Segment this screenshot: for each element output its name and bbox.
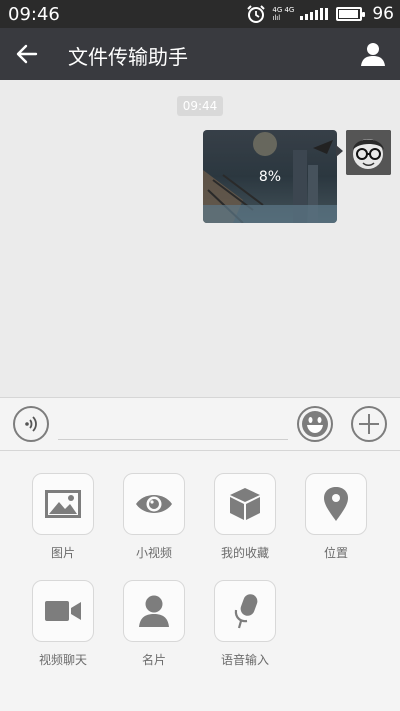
panel-item-video-call[interactable]: 视频聊天: [28, 580, 98, 668]
panel-item-photos[interactable]: 图片: [28, 473, 98, 561]
battery-level: 96: [372, 4, 394, 24]
panel-label: 语音输入: [220, 653, 269, 667]
more-functions-button[interactable]: [351, 406, 387, 442]
avatar-image: [346, 130, 391, 175]
panel-item-contact-card[interactable]: 名片: [119, 580, 189, 668]
panel-label: 我的收藏: [220, 546, 269, 560]
battery-fill: [339, 10, 359, 18]
network-label-bottom: ılıl: [272, 14, 281, 22]
message-timestamp: 09:44: [177, 96, 223, 116]
signal-bars-icon: [300, 8, 329, 20]
status-time: 09:46: [8, 4, 60, 25]
panel-label: 图片: [50, 546, 75, 560]
panel-item-sight[interactable]: 小视频: [119, 473, 189, 561]
panel-label: 视频聊天: [38, 653, 87, 667]
panel-item-favorites[interactable]: 我的收藏: [210, 473, 280, 561]
panel-tile[interactable]: [214, 473, 276, 535]
avatar[interactable]: [346, 130, 391, 175]
alarm-clock-icon: [247, 5, 266, 23]
panel-tile[interactable]: [123, 473, 185, 535]
status-bar: 09:46 4G 4G ılıl 96: [0, 0, 400, 28]
plus-icon: [359, 414, 379, 434]
person-icon: [361, 43, 385, 66]
box-icon: [230, 488, 260, 520]
voice-mode-button[interactable]: [13, 406, 49, 442]
network-type: 4G 4G ılıl: [272, 6, 294, 22]
panel-tile[interactable]: [305, 473, 367, 535]
eye-icon: [136, 495, 172, 513]
panel-label: 位置: [323, 546, 348, 560]
video-camera-icon: [45, 601, 81, 621]
panel-item-location[interactable]: 位置: [301, 473, 371, 561]
panel-item-voice-input[interactable]: 语音输入: [210, 580, 280, 668]
person-icon: [139, 595, 169, 627]
emoji-button[interactable]: [297, 406, 333, 442]
bubble-tail: [336, 145, 343, 157]
chat-info-button[interactable]: [358, 38, 388, 70]
image-icon: [45, 490, 81, 518]
panel-tile[interactable]: [123, 580, 185, 642]
panel-label: 名片: [141, 653, 166, 667]
panel-tile[interactable]: [214, 580, 276, 642]
panel-tile[interactable]: [32, 473, 94, 535]
extension-panel: 图片 小视频 我的收藏 位置 视频聊天 名片 语音输入: [0, 451, 400, 711]
battery-icon: [336, 7, 366, 21]
page-title: 文件传输助手: [68, 45, 188, 69]
back-arrow-icon: [16, 44, 38, 64]
smiley-icon: [302, 411, 328, 437]
panel-label: 小视频: [135, 546, 172, 560]
chat-area[interactable]: 09:44 8%: [0, 80, 400, 397]
microphone-icon: [234, 594, 258, 629]
back-button[interactable]: [8, 36, 46, 72]
input-bar: [0, 397, 400, 451]
network-label-top: 4G 4G: [272, 6, 295, 14]
voice-icon: [25, 416, 37, 432]
upload-progress-label: 8%: [258, 168, 282, 185]
message-input[interactable]: [58, 408, 288, 440]
panel-tile[interactable]: [32, 580, 94, 642]
image-message[interactable]: 8%: [203, 130, 337, 223]
title-bar: 文件传输助手: [0, 28, 400, 80]
location-pin-icon: [324, 487, 348, 521]
status-indicators: 4G 4G ılıl 96: [246, 3, 394, 25]
